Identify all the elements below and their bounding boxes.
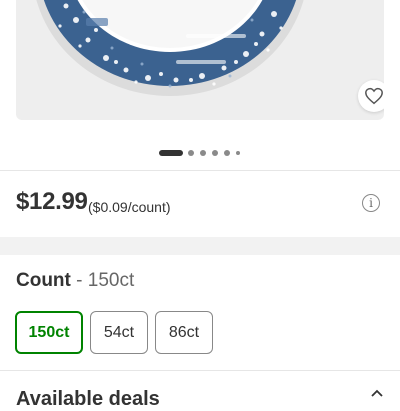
product-image[interactable] — [16, 0, 384, 120]
variant-heading: Count - 150ct — [16, 270, 134, 292]
carousel-dot[interactable] — [236, 151, 240, 155]
carousel-dot[interactable] — [212, 150, 218, 156]
variant-option-54ct[interactable]: 54ct — [90, 311, 148, 354]
variant-label: Count — [16, 270, 71, 291]
carousel-dot-active[interactable] — [159, 150, 183, 156]
unit-price: ($0.09/count) — [88, 199, 171, 215]
info-circle-icon[interactable]: i — [362, 194, 380, 212]
chevron-up-icon[interactable] — [371, 388, 383, 398]
variant-selected-value: 150ct — [87, 270, 135, 291]
price: $12.99 — [16, 188, 88, 215]
plate-image — [36, 0, 304, 96]
variant-option-150ct[interactable]: 150ct — [15, 311, 83, 354]
carousel-dot[interactable] — [200, 150, 206, 156]
variant-option-86ct[interactable]: 86ct — [155, 311, 213, 354]
price-row: $12.99 ($0.09/count) i — [16, 186, 384, 220]
image-carousel-indicator[interactable] — [0, 148, 400, 158]
divider — [0, 170, 400, 171]
divider — [0, 370, 400, 371]
heart-outline-icon — [365, 87, 383, 105]
carousel-dot[interactable] — [188, 150, 194, 156]
favorite-button[interactable] — [358, 80, 384, 112]
section-separator — [0, 237, 400, 255]
variant-separator: - — [70, 270, 88, 291]
carousel-dot[interactable] — [224, 150, 230, 156]
